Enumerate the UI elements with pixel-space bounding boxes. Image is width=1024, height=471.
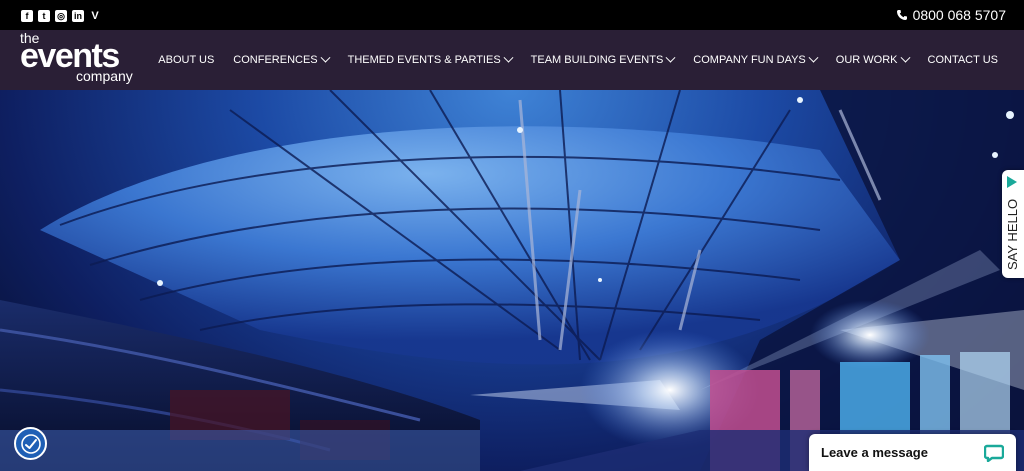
chevron-down-icon xyxy=(900,52,910,63)
nav-item-contact-us[interactable]: CONTACT US xyxy=(928,53,999,67)
twitter-icon[interactable]: t xyxy=(38,10,50,22)
nav-item-label: TEAM BUILDING EVENTS xyxy=(530,54,664,66)
hero-image-arena xyxy=(0,90,1024,471)
chevron-down-icon xyxy=(503,52,514,63)
linkedin-icon[interactable]: in xyxy=(72,10,84,22)
top-bar: f t ◎ in V 0800 068 5707 xyxy=(0,0,1024,30)
chevron-down-icon xyxy=(665,52,676,63)
facebook-icon[interactable]: f xyxy=(21,10,33,22)
nav-item-conferences[interactable]: CONFERENCES xyxy=(233,52,331,67)
nav-item-label: COMPANY FUN DAYS xyxy=(693,54,806,66)
nav-item-label: CONTACT US xyxy=(927,54,999,66)
phone-number[interactable]: 0800 068 5707 xyxy=(913,4,1006,26)
accessibility-button[interactable] xyxy=(14,427,47,460)
main-navigation: the events company ABOUT US CONFERENCES … xyxy=(0,30,1024,90)
say-hello-label: SAY HELLO xyxy=(1005,198,1020,270)
nav-item-company-fun-days[interactable]: COMPANY FUN DAYS xyxy=(693,52,819,67)
chevron-down-icon xyxy=(320,52,331,63)
arena-illustration xyxy=(0,90,1024,471)
vimeo-icon[interactable]: V xyxy=(89,10,101,22)
nav-item-label: ABOUT US xyxy=(158,54,215,66)
nav-item-themed-events[interactable]: THEMED EVENTS & PARTIES xyxy=(347,52,514,67)
instagram-icon[interactable]: ◎ xyxy=(55,10,67,22)
nav-item-label: THEMED EVENTS & PARTIES xyxy=(347,54,501,66)
accessibility-icon xyxy=(21,434,41,454)
chevron-down-icon xyxy=(808,52,819,63)
nav-item-label: CONFERENCES xyxy=(233,54,318,66)
nav-item-label: OUR WORK xyxy=(835,54,898,66)
phone-icon xyxy=(896,10,907,20)
nav-item-about-us[interactable]: ABOUT US xyxy=(158,53,214,67)
nav-item-our-work[interactable]: OUR WORK xyxy=(835,52,910,67)
nav-item-team-building[interactable]: TEAM BUILDING EVENTS xyxy=(530,52,676,67)
chat-label: Leave a message xyxy=(821,445,928,460)
logo-line-3: company xyxy=(76,68,133,84)
say-hello-tab[interactable]: SAY HELLO xyxy=(1002,170,1024,278)
social-links: f t ◎ in V xyxy=(21,10,101,22)
logo[interactable]: the events company xyxy=(20,30,150,90)
phone-link[interactable]: 0800 068 5707 xyxy=(896,4,1006,26)
chat-widget[interactable]: Leave a message xyxy=(809,434,1016,471)
nav-menu: ABOUT US CONFERENCES THEMED EVENTS & PAR… xyxy=(158,30,998,90)
chat-bubble-icon xyxy=(984,444,1004,462)
